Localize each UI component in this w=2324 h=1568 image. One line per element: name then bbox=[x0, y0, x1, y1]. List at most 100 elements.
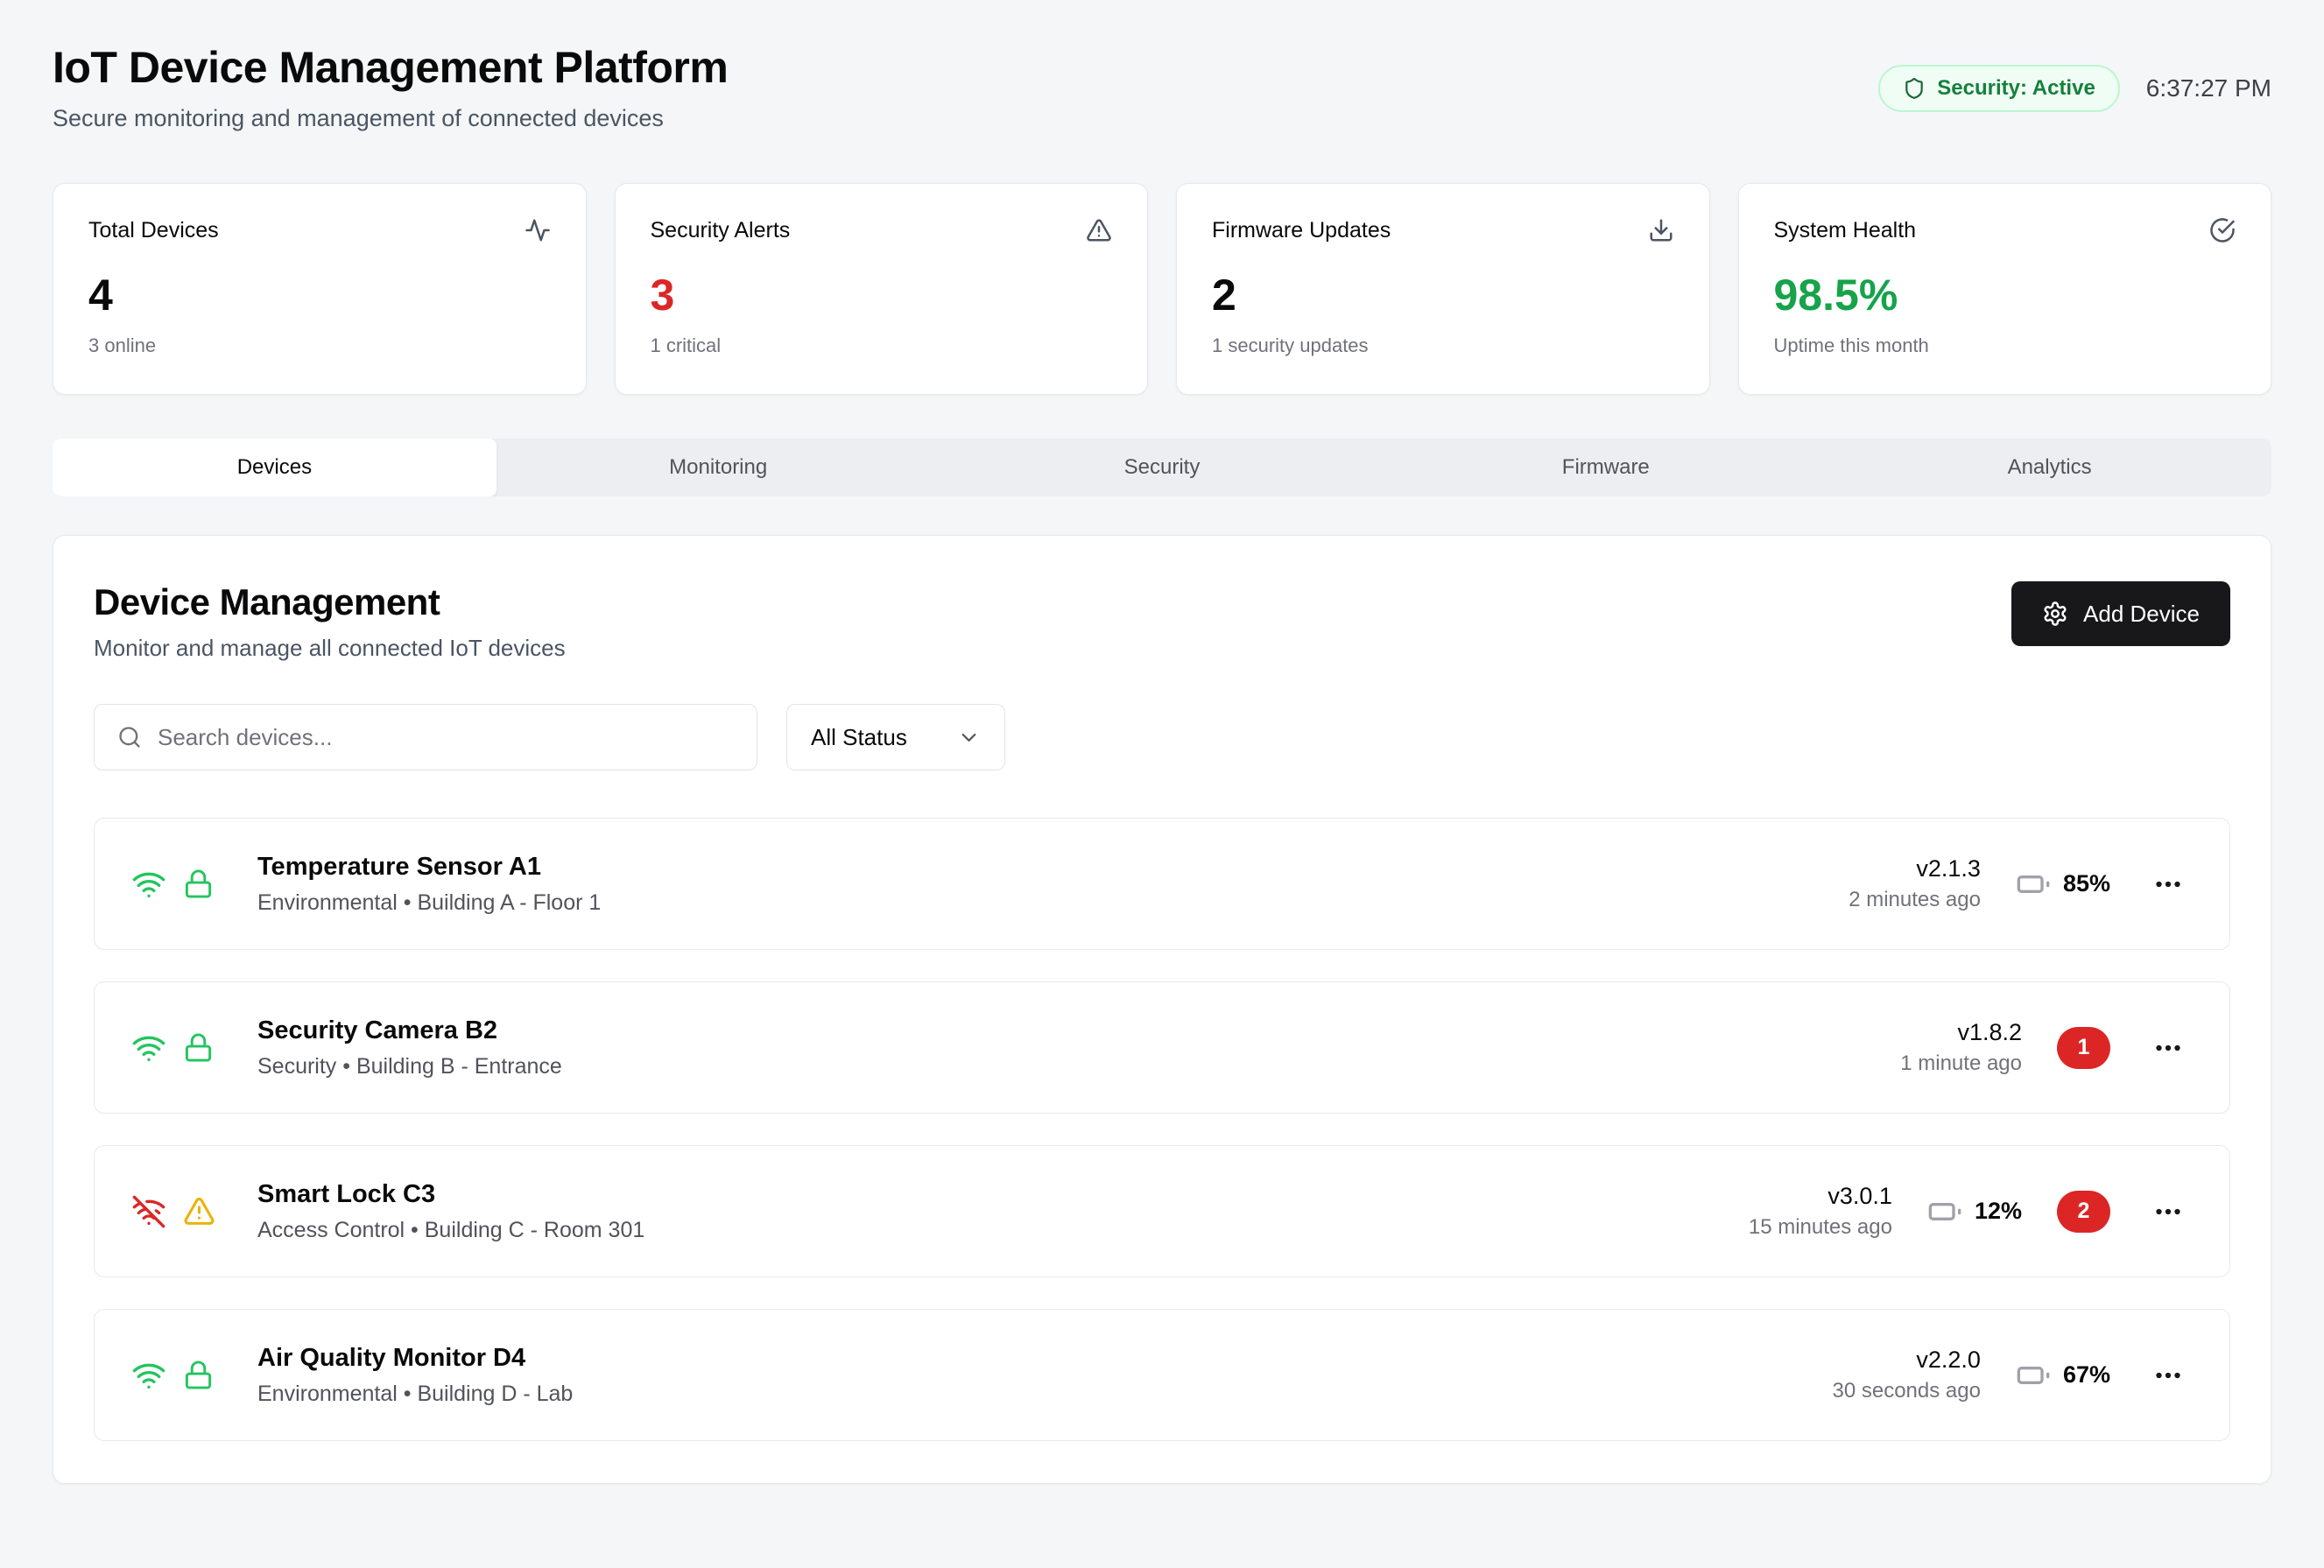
device-row: Temperature Sensor A1 Environmental • Bu… bbox=[94, 818, 2230, 950]
add-device-button-label: Add Device bbox=[2083, 601, 2200, 628]
ellipsis-icon bbox=[2152, 868, 2184, 900]
stat-label: System Health bbox=[1774, 218, 1917, 243]
security-badge-label: Security: Active bbox=[1937, 76, 2095, 101]
device-version: v1.8.2 bbox=[1869, 1019, 2022, 1046]
panel-subtitle: Monitor and manage all connected IoT dev… bbox=[94, 635, 566, 662]
device-name: Temperature Sensor A1 bbox=[257, 853, 601, 882]
wifi-off-icon bbox=[131, 1194, 166, 1229]
battery-indicator: 85% bbox=[2016, 867, 2110, 902]
device-version: v2.1.3 bbox=[1828, 855, 1981, 882]
battery-percent: 85% bbox=[2063, 870, 2110, 897]
ellipsis-icon bbox=[2152, 1032, 2184, 1064]
stat-value: 2 bbox=[1212, 270, 1674, 320]
stat-label: Total Devices bbox=[88, 218, 219, 243]
device-version-block: v2.1.3 2 minutes ago bbox=[1828, 855, 1981, 912]
activity-icon bbox=[525, 217, 551, 243]
security-status-badge: Security: Active bbox=[1878, 65, 2120, 112]
tab-firmware[interactable]: Firmware bbox=[1384, 439, 1828, 496]
status-filter-dropdown[interactable]: All Status bbox=[786, 704, 1005, 770]
tab-security[interactable]: Security bbox=[940, 439, 1384, 496]
lock-icon bbox=[183, 868, 214, 899]
status-filter-value: All Status bbox=[811, 724, 907, 751]
header-titles: IoT Device Management Platform Secure mo… bbox=[53, 42, 728, 132]
ellipsis-icon bbox=[2152, 1360, 2184, 1391]
battery-indicator: 67% bbox=[2016, 1358, 2110, 1393]
device-version-block: v1.8.2 1 minute ago bbox=[1869, 1019, 2022, 1076]
stat-label: Firmware Updates bbox=[1212, 218, 1391, 243]
device-row: Smart Lock C3 Access Control • Building … bbox=[94, 1145, 2230, 1277]
stat-card: System Health 98.5% Uptime this month bbox=[1738, 183, 2272, 395]
stat-value: 98.5% bbox=[1774, 270, 2236, 320]
device-text: Air Quality Monitor D4 Environmental • B… bbox=[257, 1344, 573, 1407]
device-meta: Security • Building B - Entrance bbox=[257, 1054, 562, 1079]
search-input[interactable] bbox=[158, 724, 734, 751]
stat-subtext: Uptime this month bbox=[1774, 334, 2236, 357]
header: IoT Device Management Platform Secure mo… bbox=[53, 42, 2271, 132]
add-device-button[interactable]: Add Device bbox=[2011, 581, 2230, 646]
clock: 6:37:27 PM bbox=[2146, 74, 2271, 102]
battery-icon bbox=[1927, 1194, 1962, 1229]
lock-icon bbox=[183, 1360, 214, 1390]
stat-label: Security Alerts bbox=[651, 218, 791, 243]
device-row-left: Temperature Sensor A1 Environmental • Bu… bbox=[131, 853, 601, 916]
device-row-right: v1.8.2 1 minute ago 1 bbox=[1869, 1019, 2191, 1076]
device-name: Smart Lock C3 bbox=[257, 1180, 644, 1209]
tab-analytics[interactable]: Analytics bbox=[1828, 439, 2271, 496]
search-box bbox=[94, 704, 757, 770]
device-status-icons bbox=[131, 1194, 219, 1229]
device-menu-button[interactable] bbox=[2145, 1189, 2191, 1234]
page-title: IoT Device Management Platform bbox=[53, 42, 728, 93]
stat-value: 3 bbox=[651, 270, 1113, 320]
device-menu-button[interactable] bbox=[2145, 861, 2191, 907]
panel-title: Device Management bbox=[94, 581, 566, 623]
battery-icon bbox=[2016, 867, 2051, 902]
device-row: Security Camera B2 Security • Building B… bbox=[94, 981, 2230, 1114]
device-last-seen: 2 minutes ago bbox=[1828, 888, 1981, 912]
stat-subtext: 1 critical bbox=[651, 334, 1113, 357]
device-text: Smart Lock C3 Access Control • Building … bbox=[257, 1180, 644, 1243]
panel-titles: Device Management Monitor and manage all… bbox=[94, 581, 566, 662]
device-last-seen: 15 minutes ago bbox=[1739, 1215, 1892, 1240]
stat-card: Total Devices 4 3 online bbox=[53, 183, 587, 395]
header-right: Security: Active 6:37:27 PM bbox=[1878, 65, 2271, 112]
stat-card: Security Alerts 3 1 critical bbox=[615, 183, 1149, 395]
stat-card: Firmware Updates 2 1 security updates bbox=[1176, 183, 1710, 395]
page: IoT Device Management Platform Secure mo… bbox=[0, 0, 2324, 1554]
device-version: v3.0.1 bbox=[1739, 1183, 1892, 1210]
device-row-left: Air Quality Monitor D4 Environmental • B… bbox=[131, 1344, 573, 1407]
device-row-right: v2.2.0 30 seconds ago 67% bbox=[1828, 1347, 2191, 1403]
tab-devices[interactable]: Devices bbox=[53, 439, 496, 496]
device-status-icons bbox=[131, 867, 219, 902]
battery-indicator: 12% bbox=[1927, 1194, 2022, 1229]
device-list: Temperature Sensor A1 Environmental • Bu… bbox=[94, 818, 2230, 1441]
lock-icon bbox=[183, 1032, 214, 1063]
device-status-icons bbox=[131, 1030, 219, 1065]
gear-icon bbox=[2042, 601, 2068, 627]
tab-monitoring[interactable]: Monitoring bbox=[496, 439, 940, 496]
wifi-icon bbox=[131, 867, 166, 902]
alert-count-badge: 1 bbox=[2057, 1027, 2110, 1069]
warning-icon bbox=[183, 1195, 215, 1227]
device-meta: Environmental • Building D - Lab bbox=[257, 1382, 573, 1407]
stat-card-head: System Health bbox=[1774, 217, 2236, 243]
device-name: Air Quality Monitor D4 bbox=[257, 1344, 573, 1373]
device-text: Security Camera B2 Security • Building B… bbox=[257, 1016, 562, 1079]
battery-percent: 67% bbox=[2063, 1361, 2110, 1389]
device-menu-button[interactable] bbox=[2145, 1025, 2191, 1071]
download-icon bbox=[1648, 217, 1674, 243]
device-row-right: v3.0.1 15 minutes ago 12% 2 bbox=[1739, 1183, 2191, 1240]
alert-triangle-icon bbox=[1086, 217, 1112, 243]
device-text: Temperature Sensor A1 Environmental • Bu… bbox=[257, 853, 601, 916]
device-name: Security Camera B2 bbox=[257, 1016, 562, 1045]
stats-row: Total Devices 4 3 online Security Alerts… bbox=[53, 183, 2271, 395]
stat-card-head: Firmware Updates bbox=[1212, 217, 1674, 243]
device-meta: Access Control • Building C - Room 301 bbox=[257, 1218, 644, 1243]
device-menu-button[interactable] bbox=[2145, 1353, 2191, 1398]
device-row-left: Smart Lock C3 Access Control • Building … bbox=[131, 1180, 644, 1243]
device-row-left: Security Camera B2 Security • Building B… bbox=[131, 1016, 562, 1079]
ellipsis-icon bbox=[2152, 1196, 2184, 1227]
device-last-seen: 30 seconds ago bbox=[1828, 1379, 1981, 1403]
check-circle-icon bbox=[2209, 217, 2236, 243]
device-management-panel: Device Management Monitor and manage all… bbox=[53, 535, 2271, 1484]
wifi-icon bbox=[131, 1030, 166, 1065]
